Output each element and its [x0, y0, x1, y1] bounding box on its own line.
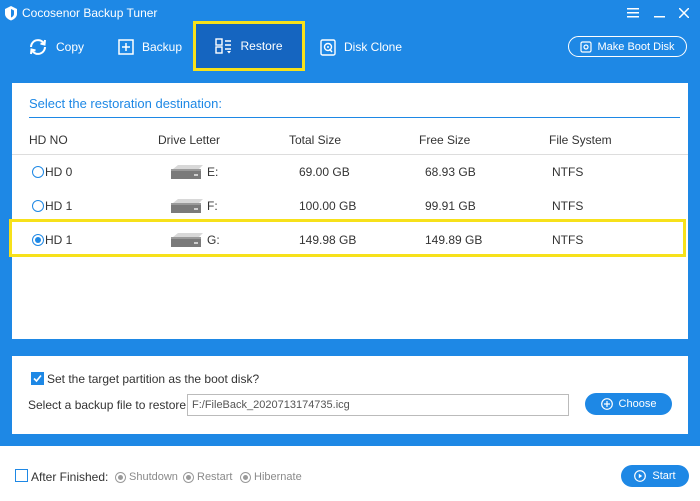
play-circle-icon [634, 470, 647, 482]
panel-heading: Select the restoration destination: [29, 96, 222, 111]
boot-disk-checkbox[interactable] [31, 372, 44, 385]
row-hd-no: HD 0 [45, 165, 73, 179]
hibernate-radio[interactable] [240, 471, 251, 483]
column-header-total-size: Total Size [289, 133, 342, 147]
restore-icon [215, 38, 232, 54]
start-label: Start [652, 470, 676, 482]
tool-disk-clone-label: Disk Clone [344, 40, 403, 54]
row-file-system: NTFS [552, 199, 584, 213]
row-total-size: 100.00 GB [299, 199, 357, 213]
shutdown-option[interactable]: Shutdown [115, 471, 178, 483]
minimize-button[interactable] [650, 4, 668, 22]
hibernate-option[interactable]: Hibernate [240, 471, 302, 483]
restart-option[interactable]: Restart [183, 471, 232, 483]
backup-file-path-input[interactable] [187, 394, 569, 416]
row-drive-letter: F: [207, 199, 218, 213]
make-boot-disk-button[interactable]: Make Boot Disk [568, 36, 687, 57]
shutdown-label: Shutdown [129, 471, 178, 483]
tool-restore-label: Restore [240, 39, 283, 53]
row-radio[interactable] [32, 200, 44, 212]
boot-disk-label: Set the target partition as the boot dis… [47, 372, 260, 386]
boot-disk-icon [580, 40, 593, 53]
start-button[interactable]: Start [621, 465, 689, 487]
column-header-hd-no: HD NO [29, 133, 68, 147]
row-total-size: 69.00 GB [299, 165, 350, 179]
row-radio[interactable] [32, 166, 44, 178]
tool-disk-clone[interactable]: Disk Clone [320, 26, 402, 68]
close-button[interactable] [675, 4, 693, 22]
destination-panel: Select the restoration destination: HD N… [9, 83, 688, 339]
heading-divider [29, 117, 680, 118]
header-divider [12, 154, 688, 155]
choose-button[interactable]: Choose [585, 393, 672, 415]
title-bar: Cocosenor Backup Tuner [0, 0, 700, 26]
tool-copy-label: Copy [56, 40, 85, 54]
plus-circle-icon [600, 398, 613, 410]
menu-button[interactable] [624, 4, 642, 22]
footer-bar: After Finished: Shutdown Restart Hiberna… [0, 446, 700, 501]
toolbar: Copy Backup Restore Disk Clone Make Boot… [0, 21, 700, 72]
after-finished-checkbox[interactable] [15, 469, 28, 482]
hard-drive-icon [171, 165, 203, 179]
row-hd-no: HD 1 [45, 199, 73, 213]
partition-row[interactable]: HD 0 E: 69.00 GB 68.93 GB NTFS [12, 156, 688, 188]
window-title: Cocosenor Backup Tuner [22, 6, 158, 20]
app-logo-icon [5, 6, 17, 21]
selected-row-highlight [9, 219, 686, 257]
menu-icon [627, 8, 639, 18]
row-free-size: 99.91 GB [425, 199, 476, 213]
tool-backup-label: Backup [142, 40, 183, 54]
shutdown-radio[interactable] [115, 471, 126, 483]
hibernate-label: Hibernate [254, 471, 302, 483]
row-free-size: 68.93 GB [425, 165, 476, 179]
hard-drive-icon [171, 199, 203, 213]
row-drive-letter: E: [207, 165, 219, 179]
backup-icon [118, 39, 134, 55]
restore-options-panel: Set the target partition as the boot dis… [12, 356, 688, 434]
column-header-drive-letter: Drive Letter [158, 133, 221, 147]
row-file-system: NTFS [552, 165, 584, 179]
tool-backup[interactable]: Backup [118, 26, 182, 68]
partition-row[interactable]: HD 1 F: 100.00 GB 99.91 GB NTFS [12, 190, 688, 222]
copy-icon [30, 39, 46, 55]
minimize-icon [653, 16, 665, 18]
close-icon [679, 8, 689, 18]
choose-label: Choose [618, 398, 657, 410]
restart-radio[interactable] [183, 471, 194, 483]
column-header-free-size: Free Size [419, 133, 471, 147]
backup-file-label: Select a backup file to restore: [28, 398, 190, 412]
tool-restore[interactable]: Restore [193, 21, 305, 71]
column-header-file-system: File System [549, 133, 612, 147]
disk-clone-icon [320, 38, 336, 56]
restart-label: Restart [197, 471, 233, 483]
make-boot-disk-label: Make Boot Disk [597, 40, 675, 53]
checkmark-icon [33, 374, 42, 383]
after-finished-label: After Finished: [31, 470, 109, 484]
tool-copy[interactable]: Copy [28, 26, 84, 68]
